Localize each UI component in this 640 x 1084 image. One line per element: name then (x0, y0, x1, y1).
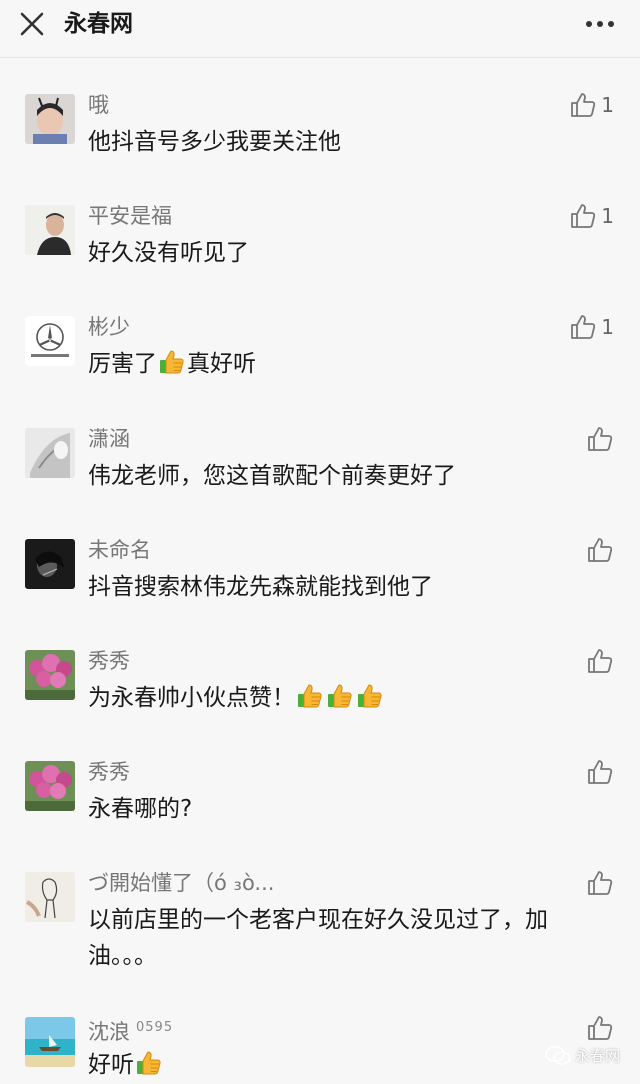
comment-nickname: 平安是福 (88, 204, 172, 228)
comment-text: 好听 (88, 1047, 608, 1083)
like-count: 1 (601, 93, 614, 117)
like-button[interactable] (586, 424, 614, 454)
thumbs-up-emoji-icon (356, 682, 384, 710)
thumbs-up-icon (586, 536, 614, 564)
comment-nickname: 沈浪 0595 (88, 1020, 174, 1044)
avatar (25, 761, 75, 811)
like-count: 1 (601, 315, 614, 339)
comment-text: 他抖音号多少我要关注他 (88, 129, 341, 155)
thumbs-up-emoji-icon (296, 682, 324, 710)
like-button[interactable]: 1 (569, 312, 614, 342)
comment-text: 好久没有听见了 (88, 240, 249, 266)
avatar (25, 539, 75, 589)
like-button[interactable] (586, 535, 614, 565)
like-button[interactable] (586, 646, 614, 676)
wechat-icon (545, 1045, 571, 1065)
like-button[interactable] (586, 868, 614, 898)
comment-text: 厉害了 真好听 (88, 346, 608, 382)
comment-text: 以前店里的一个老客户现在好久没见过了，加油。。。 (88, 907, 548, 969)
avatar (25, 650, 75, 700)
like-count: 1 (601, 204, 614, 228)
like-button[interactable] (586, 757, 614, 787)
like-button[interactable]: 1 (569, 201, 614, 231)
avatar (25, 872, 75, 922)
comment-nickname: 潇涵 (88, 427, 130, 451)
top-bar: 永春网 (0, 0, 640, 58)
comment-text: 为永春帅小伙点赞！ (88, 680, 608, 716)
like-button[interactable]: 1 (569, 90, 614, 120)
nickname-badge: 0595 (136, 1020, 174, 1035)
comment-text: 永春哪的? (88, 796, 193, 822)
avatar (25, 316, 75, 366)
close-button[interactable] (14, 6, 50, 42)
thumbs-up-emoji-icon (326, 682, 354, 710)
avatar (25, 1017, 75, 1067)
thumbs-up-icon (586, 758, 614, 786)
thumbs-up-icon (586, 425, 614, 453)
page-title: 永春网 (64, 11, 133, 37)
comment-list: 哦 1 他抖音号多少我要关注他 平安是福 1 好久没有听见了 彬少 1 厉害了 … (0, 58, 640, 1084)
comment-nickname: 秀秀 (88, 649, 130, 673)
comment-nickname: づ開始懂了（ó ₃ò... (88, 871, 275, 895)
avatar (25, 94, 75, 144)
comment-nickname: 秀秀 (88, 760, 130, 784)
thumbs-up-emoji-icon (158, 348, 186, 376)
thumbs-up-icon (569, 91, 597, 119)
thumbs-up-emoji-icon (135, 1049, 163, 1077)
avatar (25, 205, 75, 255)
more-button[interactable] (582, 6, 618, 42)
avatar (25, 428, 75, 478)
comment-nickname: 哦 (88, 93, 109, 117)
comment-nickname: 彬少 (88, 315, 130, 339)
thumbs-up-icon (569, 313, 597, 341)
close-icon (20, 12, 44, 36)
comment-text: 伟龙老师，您这首歌配个前奏更好了 (88, 463, 456, 489)
thumbs-up-icon (569, 202, 597, 230)
thumbs-up-icon (586, 869, 614, 897)
thumbs-up-icon (586, 1014, 614, 1042)
comment-nickname: 未命名 (88, 538, 151, 562)
watermark: 永春网 (545, 1045, 620, 1066)
comment-text: 抖音搜索林伟龙先森就能找到他了 (88, 574, 433, 600)
like-button[interactable] (586, 1013, 614, 1043)
thumbs-up-icon (586, 647, 614, 675)
more-icon (586, 21, 614, 27)
